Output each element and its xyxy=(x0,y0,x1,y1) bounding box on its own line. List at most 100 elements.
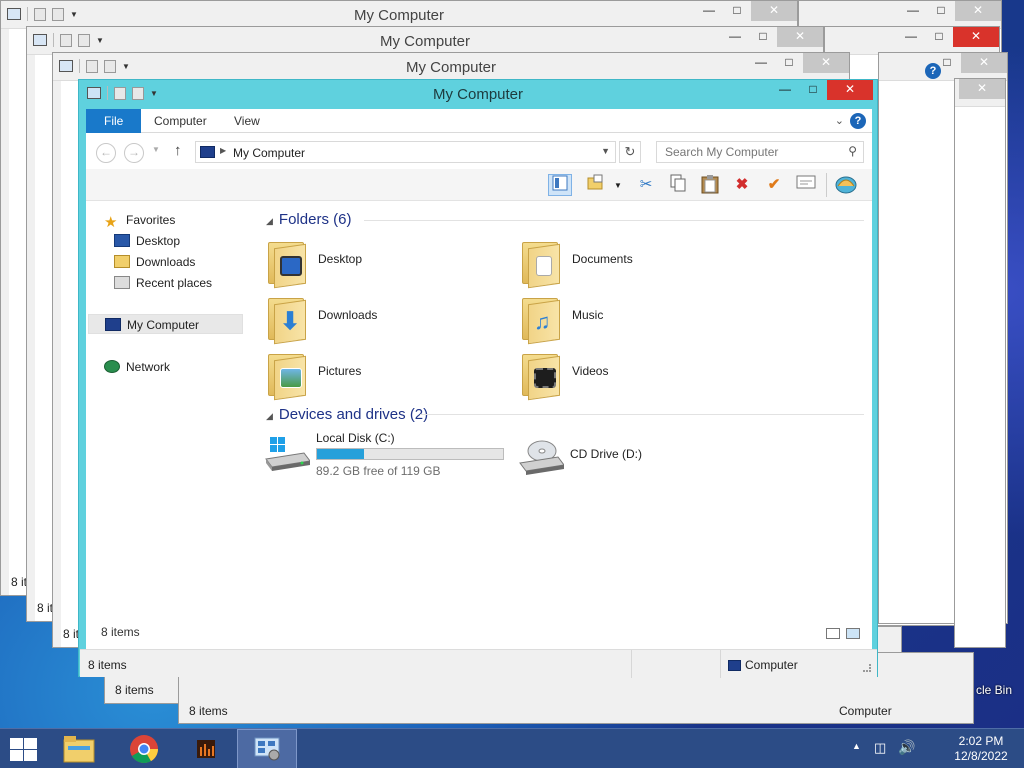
delete-icon[interactable]: ✖ xyxy=(730,174,754,196)
maximize-button[interactable]: □ xyxy=(927,1,955,21)
recycle-bin-label[interactable]: cle Bin xyxy=(976,683,1012,697)
minimize-button[interactable]: — xyxy=(899,1,927,21)
caption-buttons: — □ ✕ xyxy=(897,27,999,47)
shell-icon[interactable] xyxy=(834,174,858,196)
tab-view[interactable]: View xyxy=(222,109,272,133)
back-button[interactable]: ← xyxy=(96,143,116,163)
details-view-icon[interactable] xyxy=(826,628,840,639)
minimize-button[interactable]: — xyxy=(695,1,723,21)
nav-network[interactable]: Network xyxy=(104,357,170,377)
maximize-button[interactable]: □ xyxy=(775,53,803,73)
volume-icon[interactable]: 🔊 xyxy=(898,739,915,756)
drive-item[interactable]: CD Drive (D:) xyxy=(518,431,718,483)
search-input[interactable]: Search My Computer ⚲ xyxy=(656,141,864,163)
search-icon[interactable]: ⚲ xyxy=(848,144,857,158)
chrome-taskbar-button[interactable] xyxy=(114,729,174,768)
refresh-button[interactable]: ↻ xyxy=(619,141,641,163)
chevron-down-icon[interactable]: ⌄ xyxy=(835,114,844,127)
recent-locations-icon[interactable]: ▼ xyxy=(152,145,160,154)
close-button[interactable]: ✕ xyxy=(953,27,999,47)
audio-app-taskbar-button[interactable] xyxy=(176,729,236,768)
control-panel-taskbar-button[interactable] xyxy=(237,729,297,768)
minimize-button[interactable]: — xyxy=(771,80,799,100)
maximize-button[interactable]: □ xyxy=(749,27,777,47)
collapse-triangle-icon[interactable]: ◢ xyxy=(266,411,273,421)
copy-icon[interactable] xyxy=(666,174,690,196)
help-icon[interactable]: ? xyxy=(925,63,941,79)
nav-desktop[interactable]: Desktop xyxy=(114,231,180,251)
title-bar[interactable]: — □ ✕ xyxy=(799,1,1001,29)
main-explorer-window[interactable]: ▼ My Computer — □ ✕ File Computer View ⌄… xyxy=(78,79,878,678)
minimize-button[interactable]: — xyxy=(747,53,775,73)
close-button[interactable]: ✕ xyxy=(961,53,1007,73)
folder-item[interactable]: Pictures xyxy=(266,348,506,401)
start-button[interactable] xyxy=(8,737,38,761)
collapse-triangle-icon[interactable]: ◢ xyxy=(266,216,273,226)
file-explorer-icon xyxy=(63,736,95,763)
chevron-down-icon[interactable]: ▼ xyxy=(601,146,610,156)
drives-group-header[interactable]: ◢ Devices and drives (2) xyxy=(266,406,428,423)
file-explorer-taskbar-button[interactable] xyxy=(49,729,109,768)
close-button[interactable]: ✕ xyxy=(827,80,873,100)
clock[interactable]: 2:02 PM 12/8/2022 xyxy=(950,734,1012,764)
rename-check-icon[interactable]: ✔ xyxy=(762,174,786,196)
minimize-button[interactable]: — xyxy=(897,27,925,47)
close-button[interactable]: ✕ xyxy=(751,1,797,21)
title-bar[interactable]: — □ ✕ xyxy=(825,27,999,55)
title-bar[interactable]: ▼ My Computer — □ ✕ xyxy=(1,1,797,29)
chevron-down-icon[interactable]: ▼ xyxy=(614,181,622,190)
tab-file[interactable]: File xyxy=(86,109,142,133)
help-icon[interactable]: ? xyxy=(850,113,866,129)
breadcrumb-arrow-icon[interactable]: ▶ xyxy=(220,146,226,155)
title-bar[interactable]: ▼ My Computer — □ ✕ xyxy=(27,27,823,55)
preview-pane-icon[interactable] xyxy=(548,174,572,196)
nav-downloads-label: Downloads xyxy=(136,255,196,269)
folder-options-icon[interactable] xyxy=(584,174,608,196)
folders-header-label: Folders (6) xyxy=(278,211,352,228)
paste-icon[interactable] xyxy=(698,174,722,196)
maximize-button[interactable]: □ xyxy=(925,27,953,47)
drive-item[interactable]: Local Disk (C:) 89.2 GB free of 119 GB xyxy=(264,431,514,483)
folder-item[interactable]: Videos xyxy=(520,348,760,401)
breadcrumb[interactable]: My Computer xyxy=(233,146,305,160)
network-status-icon[interactable]: ◫ xyxy=(874,740,886,756)
status-computer: Computer xyxy=(745,658,798,672)
close-button[interactable]: ✕ xyxy=(955,1,1001,21)
properties-icon[interactable] xyxy=(794,174,818,196)
window-title: My Computer xyxy=(432,86,524,103)
resize-grip[interactable] xyxy=(863,664,871,672)
forward-button[interactable]: → xyxy=(124,143,144,163)
close-button[interactable]: ✕ xyxy=(959,79,1005,99)
large-icons-view-icon[interactable] xyxy=(846,628,860,639)
tab-computer[interactable]: Computer xyxy=(142,109,219,133)
cut-icon[interactable]: ✂ xyxy=(634,174,658,196)
title-bar[interactable]: ✕ xyxy=(955,79,1005,107)
show-hidden-icons-icon[interactable]: ▲ xyxy=(852,741,861,751)
folder-item[interactable]: ♫ Music xyxy=(520,292,760,345)
folder-item[interactable]: ⬇ Downloads xyxy=(266,292,506,345)
background-window[interactable]: ✕ xyxy=(954,78,1006,648)
network-icon xyxy=(104,360,120,374)
up-arrow-icon[interactable]: ↑ xyxy=(174,142,182,159)
minimize-button[interactable]: — xyxy=(721,27,749,47)
nav-my-computer[interactable]: My Computer xyxy=(88,314,243,334)
close-button[interactable]: ✕ xyxy=(777,27,823,47)
title-bar[interactable]: ▼ My Computer — □ ✕ xyxy=(53,53,849,81)
navigation-pane: ★ Favorites Desktop Downloads Recent plac… xyxy=(86,201,243,649)
close-button[interactable]: ✕ xyxy=(803,53,849,73)
title-bar[interactable]: ▼ My Computer — □ ✕ xyxy=(79,80,877,108)
folder-item[interactable]: Desktop xyxy=(266,236,506,289)
title-bar[interactable]: □ ✕ xyxy=(879,53,1007,81)
maximize-button[interactable]: □ xyxy=(799,80,827,100)
taskbar: ▲ ◫ 🔊 2:02 PM 12/8/2022 xyxy=(0,728,1024,768)
maximize-button[interactable]: □ xyxy=(723,1,751,21)
folders-group-header[interactable]: ◢ Folders (6) xyxy=(266,211,351,228)
videos-folder-icon xyxy=(520,348,562,401)
nav-downloads[interactable]: Downloads xyxy=(114,252,195,272)
nav-favorites[interactable]: ★ Favorites xyxy=(104,210,175,231)
folder-item[interactable]: Documents xyxy=(520,236,760,289)
nav-desktop-label: Desktop xyxy=(136,234,181,248)
nav-recent-places[interactable]: Recent places xyxy=(114,273,212,293)
disk-usage-fill xyxy=(317,449,364,459)
address-box[interactable]: ▶ My Computer ▼ xyxy=(195,141,616,163)
